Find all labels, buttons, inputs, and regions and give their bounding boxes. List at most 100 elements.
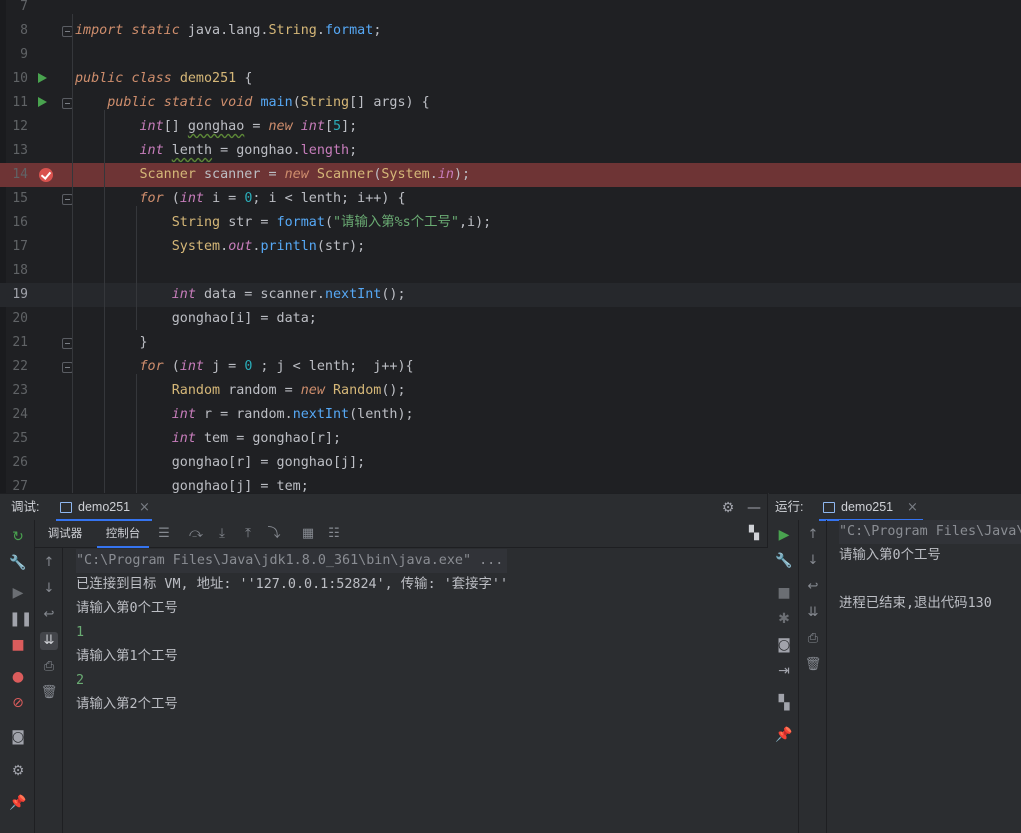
code-line[interactable]: 24 int r = random.nextInt(lenth);	[0, 403, 1021, 427]
code-token: =	[244, 119, 269, 134]
line-number[interactable]: 16	[6, 211, 28, 235]
code-line[interactable]: 20 gonghao[i] = data;	[0, 307, 1021, 331]
stop-icon[interactable]: ■	[775, 584, 793, 602]
print-icon[interactable]: ⎙	[804, 630, 822, 648]
line-number[interactable]: 10	[6, 67, 28, 91]
line-number[interactable]: 22	[6, 355, 28, 379]
down-arrow-icon[interactable]: ↓	[40, 580, 58, 598]
code-line[interactable]: 25 int tem = gonghao[r];	[0, 427, 1021, 451]
step-into-icon[interactable]: ⤓	[213, 525, 231, 543]
line-number[interactable]: 18	[6, 259, 28, 283]
pin-icon[interactable]: 📌	[9, 794, 27, 812]
step-out-icon[interactable]: ⤒	[239, 525, 257, 543]
line-number[interactable]: 11	[6, 91, 28, 115]
pin-icon[interactable]: 📌	[775, 726, 793, 744]
code-line[interactable]: 8 import static java.lang.String.format;	[0, 19, 1021, 43]
trace-icon[interactable]: ☷	[325, 525, 343, 543]
print-icon[interactable]: ⎙	[40, 658, 58, 676]
wrench-icon[interactable]: 🔧	[9, 554, 27, 572]
close-icon[interactable]: ×	[907, 494, 918, 521]
code-line[interactable]: 9	[0, 43, 1021, 67]
soft-wrap-icon[interactable]: ↩	[40, 606, 58, 624]
code-token: int	[179, 359, 213, 374]
evaluate-icon[interactable]: ▦	[299, 525, 317, 543]
debug-icon[interactable]: ✱	[775, 610, 793, 628]
line-number[interactable]: 7	[6, 0, 28, 19]
line-number[interactable]: 15	[6, 187, 28, 211]
debug-session-tab[interactable]: demo251 ×	[56, 494, 152, 521]
run-session-tab[interactable]: demo251 ×	[819, 494, 923, 521]
code-token: (	[171, 191, 180, 206]
soft-wrap-icon[interactable]: ↩	[804, 578, 822, 596]
run-gutter-icon[interactable]	[38, 97, 47, 107]
up-arrow-icon[interactable]: ↑	[40, 554, 58, 572]
code-line[interactable]: 7	[0, 0, 1021, 19]
line-number[interactable]: 21	[6, 331, 28, 355]
line-number[interactable]: 23	[6, 379, 28, 403]
minimize-icon[interactable]: —	[745, 499, 763, 517]
run-gutter-icon[interactable]	[38, 73, 47, 83]
pause-icon[interactable]: ❚❚	[9, 610, 32, 628]
line-number[interactable]: 20	[6, 307, 28, 331]
run-console-output[interactable]: "C:\Program Files\Java\ 请输入第0个工号 进程已结束,退出代…	[827, 520, 1021, 833]
line-number[interactable]: 27	[6, 475, 28, 493]
scroll-to-end-icon[interactable]: ⇊	[804, 604, 822, 622]
breakpoint-icon[interactable]	[39, 168, 53, 182]
line-number[interactable]: 13	[6, 139, 28, 163]
mute-breakpoints-icon[interactable]: ⊘	[9, 694, 27, 712]
code-token: System	[171, 239, 221, 254]
code-line[interactable]: 11 public static void main(String[] args…	[0, 91, 1021, 115]
up-arrow-icon[interactable]: ↑	[804, 526, 822, 544]
code-line[interactable]: 12 int[] gonghao = new int[5];	[0, 115, 1021, 139]
wrench-icon[interactable]: 🔧	[775, 552, 793, 570]
scroll-to-end-icon[interactable]: ⇊	[40, 632, 58, 650]
line-number[interactable]: 19	[6, 283, 28, 307]
code-line[interactable]: 15 for (int i = 0; i < lenth; i++) {	[0, 187, 1021, 211]
code-token: (	[171, 359, 180, 374]
layout-icon[interactable]: ▚	[745, 525, 763, 543]
line-number[interactable]: 8	[6, 19, 28, 43]
line-number[interactable]: 25	[6, 427, 28, 451]
tab-console[interactable]: 控制台	[97, 520, 149, 548]
code-line[interactable]: 14 Scanner scanner = new Scanner(System.…	[0, 163, 1021, 187]
code-line[interactable]: 19 int data = scanner.nextInt();	[0, 283, 1021, 307]
code-editor[interactable]: 7 8 import static java.lang.String.format;…	[0, 0, 1021, 493]
code-line[interactable]: 17 System.out.println(str);	[0, 235, 1021, 259]
code-line[interactable]: 10 public class demo251 {	[0, 67, 1021, 91]
trash-icon[interactable]: 🗑	[40, 684, 58, 702]
down-arrow-icon[interactable]: ↓	[804, 552, 822, 570]
exit-icon[interactable]: ⇥	[775, 662, 793, 680]
code-line[interactable]: 18	[0, 259, 1021, 283]
line-number[interactable]: 9	[6, 43, 28, 67]
menu-icon[interactable]: ☰	[155, 525, 173, 543]
line-number[interactable]: 12	[6, 115, 28, 139]
resume-icon[interactable]: ▶	[9, 584, 27, 602]
code-line[interactable]: 26 gonghao[r] = gonghao[j];	[0, 451, 1021, 475]
stop-icon[interactable]: ■	[9, 636, 27, 654]
run-icon[interactable]: ▶	[775, 526, 793, 544]
camera-icon[interactable]: ◙	[775, 636, 793, 654]
code-line[interactable]: 16 String str = format("请输入第%s个工号",i);	[0, 211, 1021, 235]
code-line[interactable]: 13 int lenth = gonghao.length;	[0, 139, 1021, 163]
line-number[interactable]: 24	[6, 403, 28, 427]
run-to-cursor-icon[interactable]: ⤵	[265, 525, 283, 543]
line-number[interactable]: 14	[6, 163, 28, 187]
layout-icon[interactable]: ▚	[775, 694, 793, 712]
code-line[interactable]: 21 }	[0, 331, 1021, 355]
close-icon[interactable]: ×	[139, 494, 150, 521]
code-line[interactable]: 22 for (int j = 0 ; j < lenth; j++){	[0, 355, 1021, 379]
tab-debugger[interactable]: 调试器	[41, 520, 89, 548]
code-line[interactable]: 23 Random random = new Random();	[0, 379, 1021, 403]
rerun-icon[interactable]: ↻	[9, 528, 27, 546]
camera-icon[interactable]: ◙	[9, 728, 27, 746]
debug-console-output[interactable]: "C:\Program Files\Java\jdk1.8.0_361\bin\…	[63, 548, 768, 833]
gear-icon[interactable]: ⚙	[719, 499, 737, 517]
code-line[interactable]: 27 gonghao[j] = tem;	[0, 475, 1021, 493]
view-breakpoints-icon[interactable]: ●	[9, 668, 27, 686]
trash-icon[interactable]: 🗑	[804, 656, 822, 674]
line-number[interactable]: 17	[6, 235, 28, 259]
settings-icon[interactable]: ⚙	[9, 762, 27, 780]
line-number[interactable]: 26	[6, 451, 28, 475]
step-over-icon[interactable]: ⤼	[187, 525, 205, 543]
